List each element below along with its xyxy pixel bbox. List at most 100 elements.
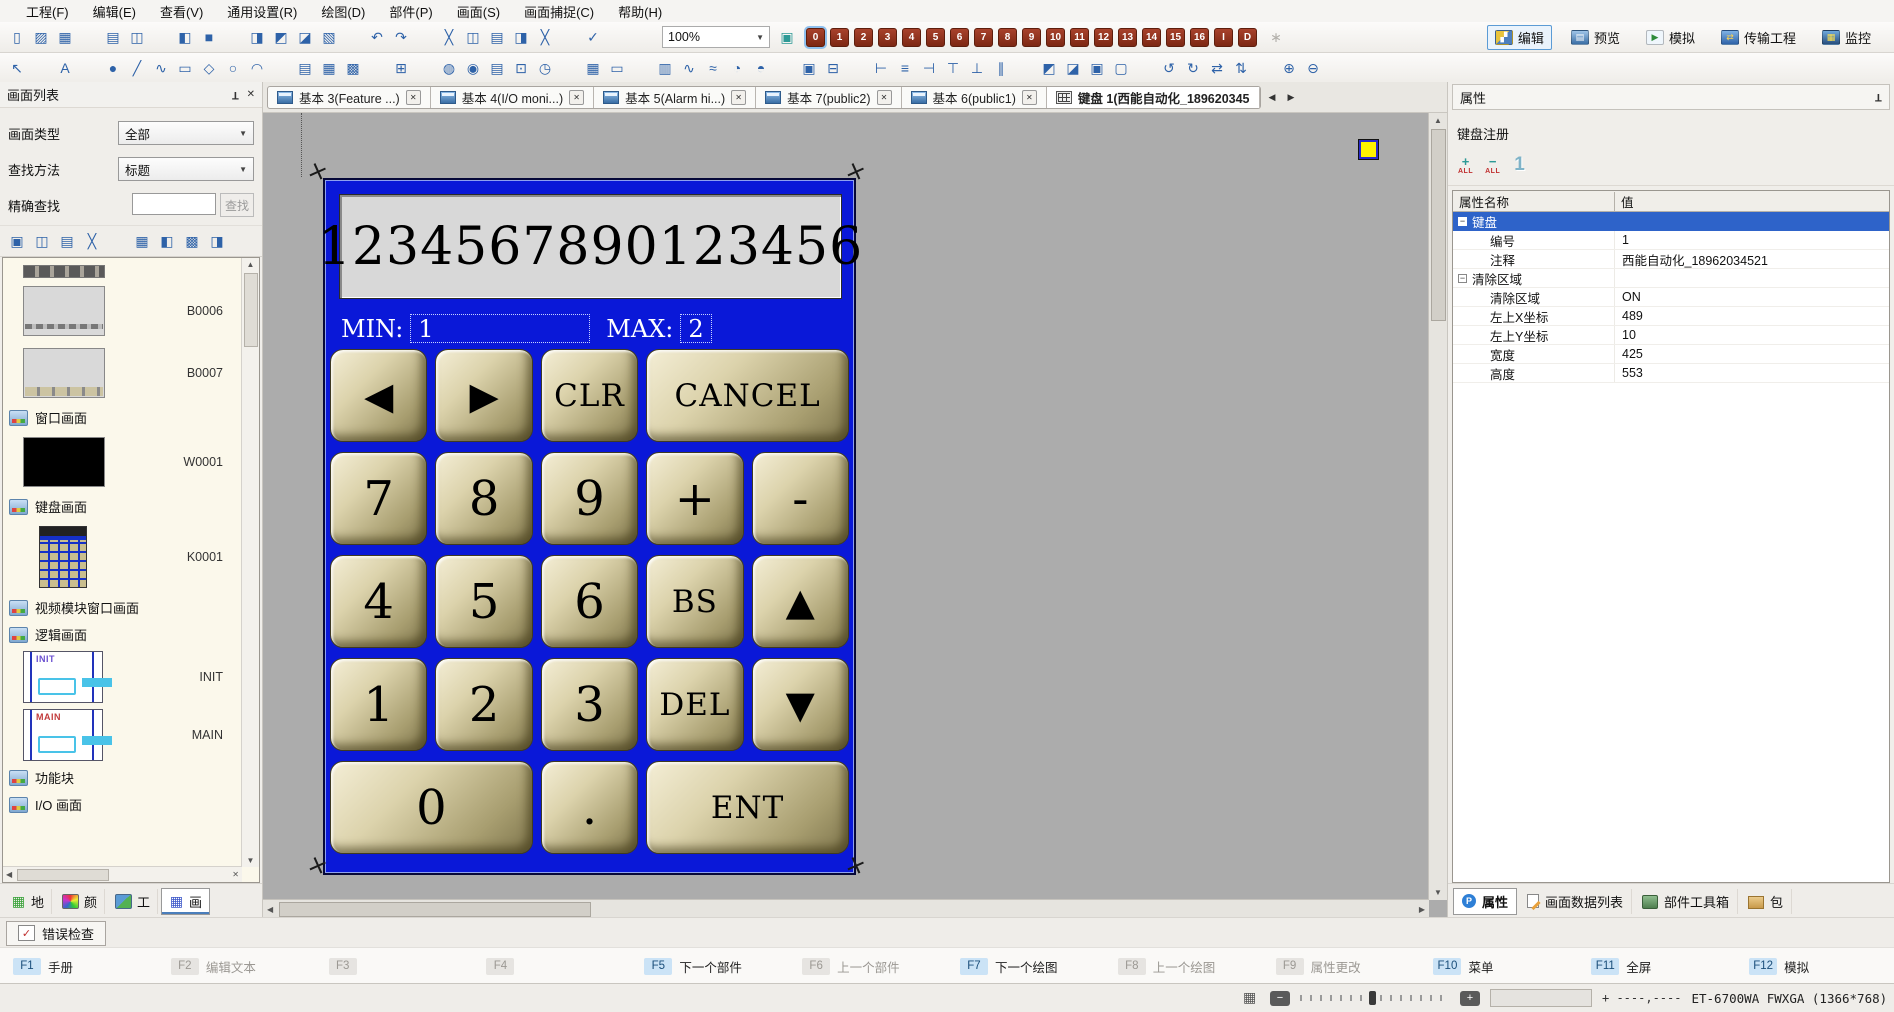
function-key[interactable]: F10 菜单 xyxy=(1420,957,1578,976)
screen-number-button[interactable]: 11 xyxy=(1070,28,1089,47)
zoom-slider-thumb[interactable] xyxy=(1369,991,1376,1005)
document-tab[interactable]: 基本 4(I/O moni...) ✕ xyxy=(431,87,594,108)
menu-item[interactable]: 通用设置(R) xyxy=(215,0,309,23)
min-value-field[interactable]: 1 xyxy=(410,314,590,343)
text-tool-icon[interactable]: A xyxy=(54,58,76,78)
line-tool-icon[interactable]: ╱ xyxy=(126,58,148,78)
next-screen-icon[interactable]: ▧ xyxy=(318,27,340,47)
pin-icon[interactable]: T xyxy=(232,89,239,101)
close-tab-icon[interactable]: ✕ xyxy=(1022,90,1037,105)
new-screen-icon[interactable]: ◨ xyxy=(246,27,268,47)
paste-special-icon[interactable]: ◨ xyxy=(510,27,532,47)
prev-screen-icon[interactable]: ◪ xyxy=(294,27,316,47)
keypad-key[interactable]: 1 xyxy=(330,658,427,751)
list-item[interactable]: 键盘画面 xyxy=(3,493,239,520)
function-key[interactable]: F12 模拟 xyxy=(1736,957,1894,976)
keypad-key[interactable]: - xyxy=(752,452,849,545)
keypad-key[interactable]: BS xyxy=(646,555,743,648)
screen-number-button[interactable]: 12 xyxy=(1094,28,1113,47)
property-value[interactable]: 425 xyxy=(1615,347,1889,361)
keypad-key[interactable]: 4 xyxy=(330,555,427,648)
preview-mode-button[interactable]: ▤ 预览 xyxy=(1564,26,1627,49)
switch-part-icon[interactable]: ◉ xyxy=(462,58,484,78)
canvas-horizontal-scrollbar[interactable]: ◀ ▶ xyxy=(263,899,1429,918)
close-tab-icon[interactable]: ✕ xyxy=(731,90,746,105)
paste-icon[interactable]: ▤ xyxy=(486,27,508,47)
screen-number-button[interactable]: 5 xyxy=(926,28,945,47)
screen-number-button[interactable]: 1 xyxy=(830,28,849,47)
scroll-up-icon[interactable]: ▲ xyxy=(247,260,255,269)
meter-part-icon[interactable]: ◓ xyxy=(750,58,772,78)
polygon-tool-icon[interactable]: ◇ xyxy=(198,58,220,78)
list-item[interactable]: 逻辑画面 xyxy=(3,621,239,648)
property-row[interactable]: − 键盘 xyxy=(1453,212,1889,231)
list-item[interactable]: K0001 xyxy=(3,520,239,594)
screen-property-icon[interactable]: ◨ xyxy=(206,231,228,251)
copy-screen-icon[interactable]: ◩ xyxy=(270,27,292,47)
document-tab[interactable]: 键盘 1(西能自动化_189620345 xyxy=(1047,87,1260,108)
menu-item[interactable]: 帮助(H) xyxy=(606,0,674,23)
panel-bottom-tab[interactable]: 画面数据列表 xyxy=(1519,889,1632,914)
simulate-mode-button[interactable]: ▶ 模拟 xyxy=(1639,26,1702,49)
menu-item[interactable]: 查看(V) xyxy=(148,0,215,23)
menu-item[interactable]: 画面(S) xyxy=(445,0,512,23)
function-key[interactable]: F3 xyxy=(316,958,474,975)
screen-number-button[interactable]: 3 xyxy=(878,28,897,47)
property-row[interactable]: 左上X坐标 489 xyxy=(1453,307,1889,326)
screen-number-button[interactable]: D xyxy=(1238,28,1257,47)
undo-icon[interactable]: ↶ xyxy=(366,27,388,47)
keypad-key[interactable]: 6 xyxy=(541,555,638,648)
function-key[interactable]: F9 属性更改 xyxy=(1263,957,1421,976)
list-item[interactable]: INIT INIT xyxy=(3,648,239,706)
device-monitor-part-icon[interactable]: ⊟ xyxy=(822,58,844,78)
line-graph-part-icon[interactable]: ≈ xyxy=(702,58,724,78)
list-item[interactable]: B0006 xyxy=(3,280,239,342)
zoom-in-icon[interactable]: ⊕ xyxy=(1278,58,1300,78)
property-row[interactable]: 注释 西能自动化_18962034521 xyxy=(1453,250,1889,269)
property-row[interactable]: 清除区域 ON xyxy=(1453,288,1889,307)
copy-screen-icon[interactable]: ◫ xyxy=(31,231,53,251)
function-key[interactable]: F2 编辑文本 xyxy=(158,957,316,976)
screen-number-button[interactable]: 8 xyxy=(998,28,1017,47)
print-preview-icon[interactable]: ◫ xyxy=(126,27,148,47)
list-item[interactable]: MAIN MAIN xyxy=(3,706,239,764)
search-button[interactable]: 查找 xyxy=(220,193,254,217)
flip-vertical-icon[interactable]: ⇅ xyxy=(1230,58,1252,78)
scrollbar-thumb[interactable] xyxy=(17,869,109,881)
scroll-down-icon[interactable]: ▼ xyxy=(1434,888,1442,897)
paste-screen-icon[interactable]: ▤ xyxy=(56,231,78,251)
delete-icon[interactable]: ╳ xyxy=(534,27,556,47)
screen-number-button[interactable]: 0 xyxy=(806,28,825,47)
screen-number-button[interactable]: 7 xyxy=(974,28,993,47)
menu-item[interactable]: 画面捕捉(C) xyxy=(512,0,606,23)
close-icon[interactable]: ✕ xyxy=(247,89,255,100)
max-value-field[interactable]: 2 xyxy=(680,314,711,343)
close-tab-icon[interactable]: ✕ xyxy=(877,90,892,105)
rect-tool-icon[interactable]: ▭ xyxy=(174,58,196,78)
list-item[interactable] xyxy=(3,262,239,280)
list-item[interactable]: B0007 xyxy=(3,342,239,404)
expand-toggle-icon[interactable]: − xyxy=(1458,217,1467,226)
screen-capture-icon[interactable]: ■ xyxy=(198,27,220,47)
redo-icon[interactable]: ↷ xyxy=(390,27,412,47)
polyline-tool-icon[interactable]: ∿ xyxy=(150,58,172,78)
new-screen-icon[interactable]: ▣ xyxy=(6,231,28,251)
screen-list-horizontal-scrollbar[interactable]: ◀ ✕ xyxy=(3,866,242,882)
flip-horizontal-icon[interactable]: ⇄ xyxy=(1206,58,1228,78)
panel-bottom-tab[interactable]: 包 xyxy=(1740,889,1792,914)
keypad-key[interactable]: CANCEL xyxy=(646,349,849,442)
keypad-key[interactable]: 9 xyxy=(541,452,638,545)
scroll-left-icon[interactable]: ◀ xyxy=(267,905,273,914)
scrollbar-thumb[interactable] xyxy=(244,273,258,347)
function-key[interactable]: F11 全屏 xyxy=(1578,957,1736,976)
delete-screen-icon[interactable]: ╳ xyxy=(81,231,103,251)
align-top-icon[interactable]: ⊤ xyxy=(942,58,964,78)
align-bottom-icon[interactable]: ⊥ xyxy=(966,58,988,78)
lamp-part-icon[interactable]: ◍ xyxy=(438,58,460,78)
scroll-left-icon[interactable]: ◀ xyxy=(6,870,12,879)
property-row[interactable]: 高度 553 xyxy=(1453,364,1889,383)
screen-number-button[interactable]: I xyxy=(1214,28,1233,47)
screen-number-button[interactable]: 2 xyxy=(854,28,873,47)
function-key[interactable]: F7 下一个绘图 xyxy=(947,957,1105,976)
list-item[interactable]: 窗口画面 xyxy=(3,404,239,431)
